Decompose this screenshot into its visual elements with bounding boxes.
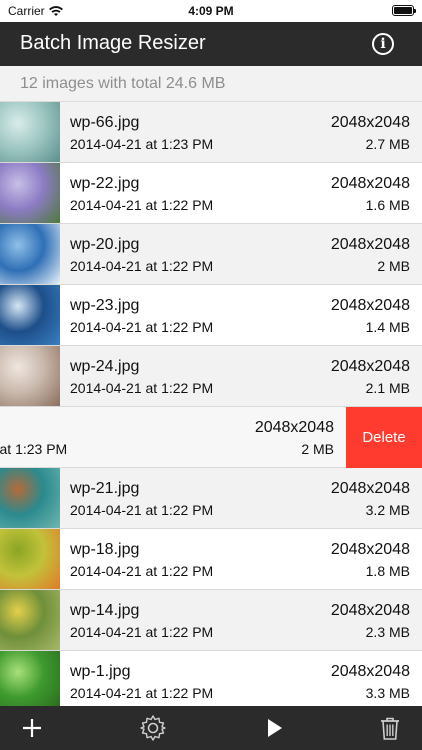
- image-dimensions: 2048x2048: [330, 602, 410, 619]
- image-name: wp-23.jpg: [70, 297, 140, 314]
- image-date: 2014-04-21 at 1:22 PM: [70, 258, 214, 274]
- image-filesize: 3.2 MB: [365, 502, 410, 518]
- image-row[interactable]: wp-64.jpg2014-04-21 at 1:23 PM2048x20482…: [0, 407, 422, 468]
- image-row[interactable]: wp-20.jpg 2014-04-21 at 1:22 PM 2048x2048 2…: [0, 224, 422, 285]
- image-thumbnail: [0, 468, 60, 528]
- image-date: 2014-04-21 at 1:22 PM: [70, 502, 214, 518]
- image-row[interactable]: wp-1.jpg 2014-04-21 at 1:22 PM 2048x2048 3.…: [0, 651, 422, 706]
- image-thumbnail: [0, 224, 60, 284]
- image-filesize: 2.3 MB: [365, 624, 410, 640]
- trash-icon[interactable]: [376, 714, 404, 742]
- image-row[interactable]: wp-23.jpg 2014-04-21 at 1:22 PM 2048x2048 1…: [0, 285, 422, 346]
- image-dimensions: 2048x2048: [254, 419, 334, 436]
- image-date: 2014-04-21 at 1:22 PM: [70, 380, 214, 396]
- navigation-bar: Batch Image Resizer i: [0, 22, 422, 66]
- image-thumbnail: [0, 163, 60, 223]
- image-date: 2014-04-21 at 1:22 PM: [70, 197, 214, 213]
- status-bar: Carrier 4:09 PM: [0, 0, 422, 22]
- plus-icon[interactable]: [18, 714, 46, 742]
- image-dimensions: 2048x2048: [330, 541, 410, 558]
- image-name: wp-22.jpg: [70, 175, 140, 192]
- image-thumbnail: [0, 102, 60, 162]
- image-dimensions: 2048x2048: [330, 114, 410, 131]
- image-date: 2014-04-21 at 1:22 PM: [70, 563, 214, 579]
- image-name: wp-18.jpg: [70, 541, 140, 558]
- image-thumbnail: [0, 346, 60, 406]
- image-date: 2014-04-21 at 1:23 PM: [70, 136, 214, 152]
- play-icon[interactable]: [260, 714, 288, 742]
- image-date: 2014-04-21 at 1:22 PM: [70, 685, 214, 701]
- image-dimensions: 2048x2048: [330, 236, 410, 253]
- image-thumbnail: [0, 285, 60, 345]
- battery-icon: [392, 5, 416, 16]
- info-icon[interactable]: i: [372, 33, 394, 55]
- image-filesize: 3.3 MB: [365, 685, 410, 701]
- image-row[interactable]: wp-24.jpg 2014-04-21 at 1:22 PM 2048x2048 2…: [0, 346, 422, 407]
- image-row[interactable]: wp-21.jpg 2014-04-21 at 1:22 PM 2048x2048 3…: [0, 468, 422, 529]
- image-thumbnail: [0, 529, 60, 589]
- delete-button[interactable]: Delete: [346, 407, 422, 468]
- image-date: 2014-04-21 at 1:22 PM: [70, 319, 214, 335]
- image-dimensions: 2048x2048: [330, 358, 410, 375]
- image-name: wp-21.jpg: [70, 480, 140, 497]
- image-dimensions: 2048x2048: [330, 480, 410, 497]
- image-dimensions: 2048x2048: [330, 297, 410, 314]
- image-thumbnail: [0, 590, 60, 650]
- image-dimensions: 2048x2048: [330, 663, 410, 680]
- image-filesize: 2.1 MB: [365, 380, 410, 396]
- image-row[interactable]: wp-66.jpg 2014-04-21 at 1:23 PM 2048x2048 2…: [0, 102, 422, 163]
- image-filesize: 1.6 MB: [365, 197, 410, 213]
- image-name: wp-20.jpg: [70, 236, 140, 253]
- image-date: 2014-04-21 at 1:22 PM: [70, 624, 214, 640]
- image-filesize: 2 MB: [301, 441, 334, 457]
- image-name: wp-24.jpg: [70, 358, 140, 375]
- image-filesize: 2 MB: [377, 258, 410, 274]
- image-row-content[interactable]: wp-64.jpg2014-04-21 at 1:23 PM2048x20482…: [0, 407, 346, 467]
- gear-icon[interactable]: [139, 714, 167, 742]
- image-filesize: 1.8 MB: [365, 563, 410, 579]
- app-title: Batch Image Resizer: [20, 32, 206, 54]
- image-thumbnail: [0, 651, 60, 706]
- image-date: 2014-04-21 at 1:23 PM: [0, 441, 68, 457]
- image-list[interactable]: wp-66.jpg 2014-04-21 at 1:23 PM 2048x2048 2…: [0, 102, 422, 706]
- image-filesize: 1.4 MB: [365, 319, 410, 335]
- image-name: wp-14.jpg: [70, 602, 140, 619]
- image-name: wp-1.jpg: [70, 663, 131, 680]
- clock: 4:09 PM: [188, 4, 234, 18]
- bottom-toolbar: [0, 706, 422, 750]
- image-row[interactable]: wp-14.jpg 2014-04-21 at 1:22 PM 2048x2048 2…: [0, 590, 422, 651]
- images-summary: 12 images with total 24.6 MB: [0, 66, 422, 102]
- image-dimensions: 2048x2048: [330, 175, 410, 192]
- image-filesize: 2.7 MB: [365, 136, 410, 152]
- image-name: wp-66.jpg: [70, 114, 140, 131]
- image-row[interactable]: wp-22.jpg 2014-04-21 at 1:22 PM 2048x2048 1…: [0, 163, 422, 224]
- image-row[interactable]: wp-18.jpg 2014-04-21 at 1:22 PM 2048x2048 1…: [0, 529, 422, 590]
